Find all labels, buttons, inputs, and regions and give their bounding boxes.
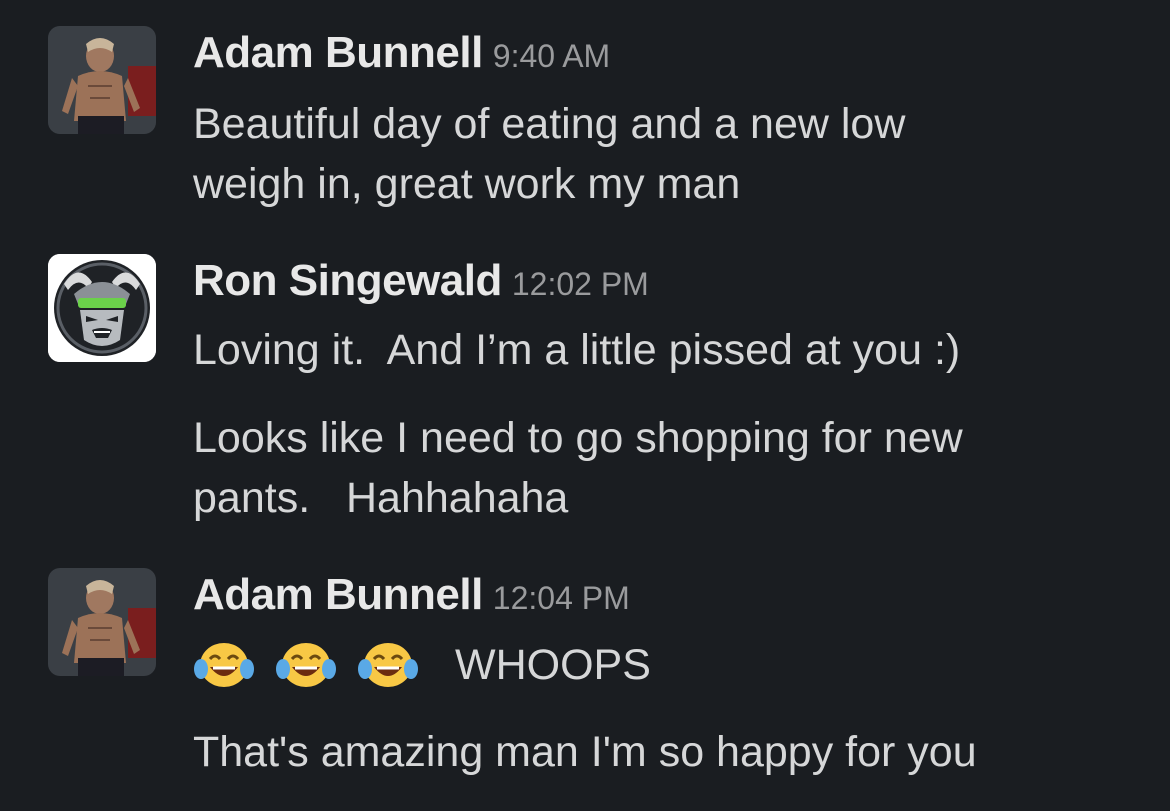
timestamp[interactable]: 12:04 PM [493, 580, 630, 616]
message-text: WHOOPS [455, 640, 651, 689]
timestamp[interactable]: 9:40 AM [493, 38, 610, 74]
samurai-mask-icon [48, 254, 156, 362]
message-text: Beautiful day of eating and a new low we… [193, 100, 906, 208]
timestamp[interactable]: 12:02 PM [512, 266, 649, 302]
joy-emoji-icon [193, 637, 255, 693]
sender-name[interactable]: Adam Bunnell [193, 570, 483, 619]
avatar-adam[interactable] [48, 568, 156, 676]
person-photo-icon [48, 26, 156, 134]
avatar-ron[interactable] [48, 254, 156, 362]
sender-name[interactable]: Ron Singewald [193, 256, 502, 305]
emoji-row: WHOOPS [193, 635, 651, 695]
joy-emoji-icon [275, 637, 337, 693]
sender-name[interactable]: Adam Bunnell [193, 28, 483, 77]
joy-emoji-icon [357, 637, 419, 693]
message-text: Looks like I need to go shopping for new… [193, 414, 963, 522]
avatar-adam[interactable] [48, 26, 156, 134]
message-text: That's amazing man I'm so happy for you [193, 728, 977, 776]
message-text: Loving it. And I’m a little pissed at yo… [193, 326, 961, 374]
person-photo-icon [48, 568, 156, 676]
